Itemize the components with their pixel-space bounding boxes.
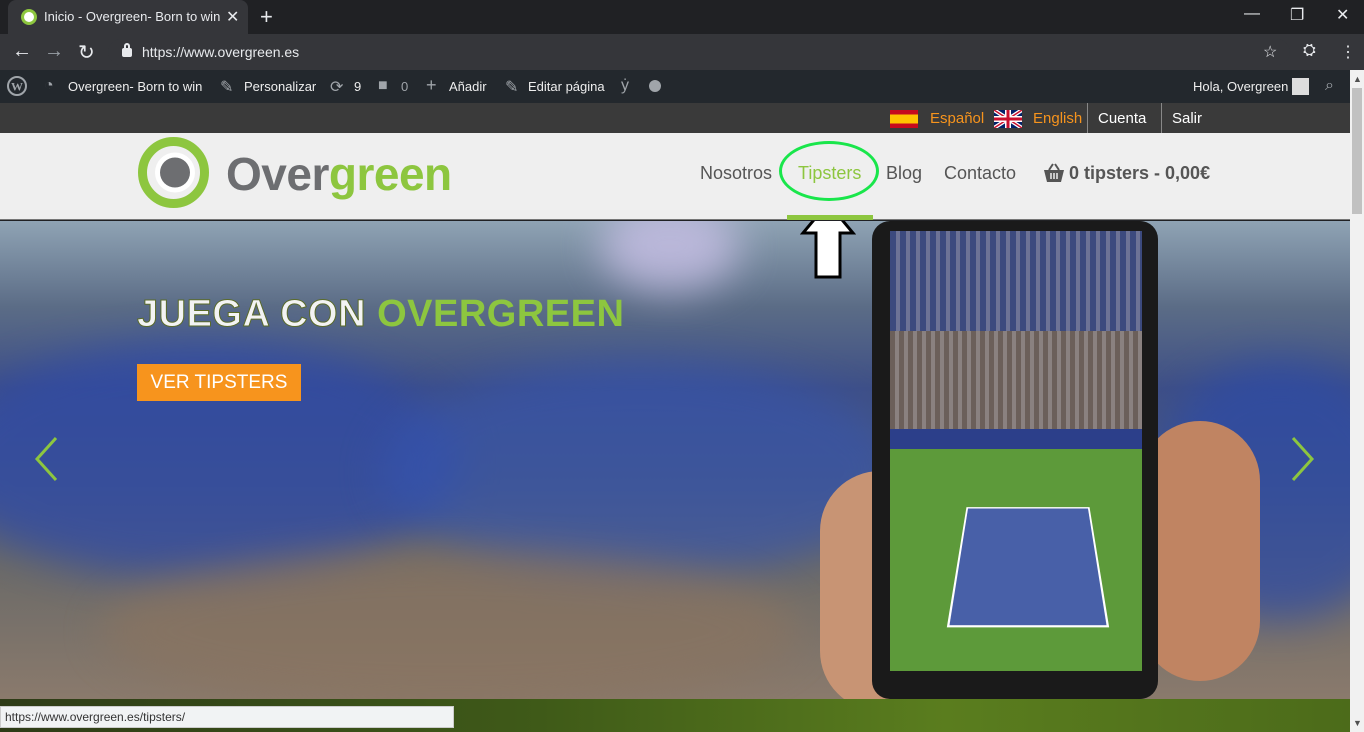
dashboard-icon: ◔ [44, 77, 54, 94]
browser-tab-bar: Inicio - Overgreen- Born to win ✕ + — ❐ … [0, 0, 1364, 34]
tab-title: Inicio - Overgreen- Born to win [44, 9, 221, 24]
incognito-icon[interactable]: ⛭ [1303, 42, 1316, 60]
hero-slider: JUEGA CON OVERGREEN VER TIPSTERS [0, 221, 1350, 699]
seo-status-dot-icon [649, 80, 661, 92]
wordpress-icon[interactable]: W [7, 76, 27, 101]
menu-dots-icon[interactable]: ⋮ [1340, 42, 1356, 62]
new-tab-icon[interactable]: + [260, 4, 273, 30]
hero-title: JUEGA CON OVERGREEN [136, 293, 625, 336]
overgreen-logo-icon[interactable] [137, 136, 210, 209]
pencil-icon: ✎ [505, 79, 519, 96]
wp-customize[interactable]: Personalizar [244, 79, 316, 94]
account-link[interactable]: Cuenta [1098, 110, 1146, 127]
wp-add-new[interactable]: Añadir [449, 79, 487, 94]
plus-icon: + [426, 75, 437, 95]
comments-icon: ■ [378, 77, 388, 94]
window-close-icon[interactable]: ✕ [1336, 5, 1349, 25]
nav-contacto[interactable]: Contacto [944, 163, 1016, 184]
logo-text-green: green [328, 148, 452, 200]
back-icon[interactable]: ← [12, 40, 32, 63]
svg-text:W: W [11, 80, 23, 94]
url-text: https://www.overgreen.es [142, 44, 300, 60]
wp-site-name[interactable]: Overgreen- Born to win [68, 79, 202, 94]
cart-summary[interactable]: 0 tipsters - 0,00€ [1069, 163, 1210, 184]
close-tab-icon[interactable]: ✕ [226, 7, 239, 27]
scroll-up-icon[interactable]: ▲ [1353, 74, 1362, 84]
lock-icon [122, 43, 132, 57]
nav-active-indicator [787, 215, 873, 220]
minimize-icon[interactable]: — [1244, 5, 1260, 23]
site-logo-text[interactable]: Overgreen [226, 147, 452, 201]
ver-tipsters-button[interactable]: VER TIPSTERS [137, 364, 301, 401]
reload-icon[interactable]: ↻ [78, 40, 95, 65]
slider-prev-icon[interactable] [34, 436, 58, 482]
logout-link[interactable]: Salir [1172, 110, 1202, 127]
phone-screen-image [890, 231, 1142, 671]
divider [1161, 103, 1162, 133]
divider [1087, 103, 1088, 133]
bookmark-star-icon[interactable]: ☆ [1263, 42, 1277, 62]
slider-next-icon[interactable] [1291, 436, 1315, 482]
uk-flag-icon[interactable] [994, 110, 1022, 128]
tennis-court-image [946, 507, 1110, 628]
annotation-highlight-circle [779, 141, 879, 201]
hand-fingers-image [1140, 421, 1260, 681]
nav-nosotros[interactable]: Nosotros [700, 163, 772, 184]
logo-text-over: Over [226, 148, 329, 200]
wp-updates-count[interactable]: 9 [354, 79, 361, 94]
avatar[interactable] [1292, 78, 1309, 95]
site-header: Overgreen Nosotros Tipsters Blog Contact… [0, 133, 1350, 220]
search-icon[interactable]: ⌕ [1325, 77, 1334, 95]
browser-toolbar: ← → ↻ https://www.overgreen.es ☆ ⛭ ⋮ [0, 34, 1364, 70]
annotation-up-arrow-icon [800, 221, 856, 279]
lang-spanish-link[interactable]: Español [930, 110, 984, 127]
favicon-icon [21, 9, 37, 25]
status-bar-url: https://www.overgreen.es/tipsters/ [0, 706, 454, 728]
scroll-down-icon[interactable]: ▼ [1353, 718, 1362, 728]
restore-icon[interactable]: ❐ [1290, 5, 1304, 25]
forward-icon[interactable]: → [44, 40, 64, 63]
scrollbar-thumb[interactable] [1352, 88, 1362, 214]
yoast-icon[interactable]: ẏ [621, 77, 629, 95]
wp-greeting[interactable]: Hola, Overgreen [1193, 79, 1288, 94]
browser-tab[interactable]: Inicio - Overgreen- Born to win ✕ [8, 0, 248, 34]
nav-blog[interactable]: Blog [886, 163, 922, 184]
wp-admin-bar: W ◔ Overgreen- Born to win ✎ Personaliza… [0, 70, 1350, 103]
address-bar[interactable]: https://www.overgreen.es [108, 39, 1290, 65]
wp-comments-count[interactable]: 0 [401, 79, 408, 94]
page-scrollbar[interactable]: ▲ ▼ [1350, 70, 1364, 732]
phone-image [872, 221, 1158, 699]
language-bar: Español English Cuenta Salir [0, 103, 1350, 133]
brush-icon: ✎ [220, 79, 234, 96]
hero-title-part1: JUEGA CON [136, 293, 367, 336]
lang-english-link[interactable]: English [1033, 110, 1082, 127]
wp-edit-page[interactable]: Editar página [528, 79, 605, 94]
hero-title-part2: OVERGREEN [377, 293, 625, 335]
cart-basket-icon[interactable] [1043, 163, 1065, 183]
updates-icon: ⟳ [330, 79, 344, 96]
spain-flag-icon[interactable] [890, 110, 918, 128]
